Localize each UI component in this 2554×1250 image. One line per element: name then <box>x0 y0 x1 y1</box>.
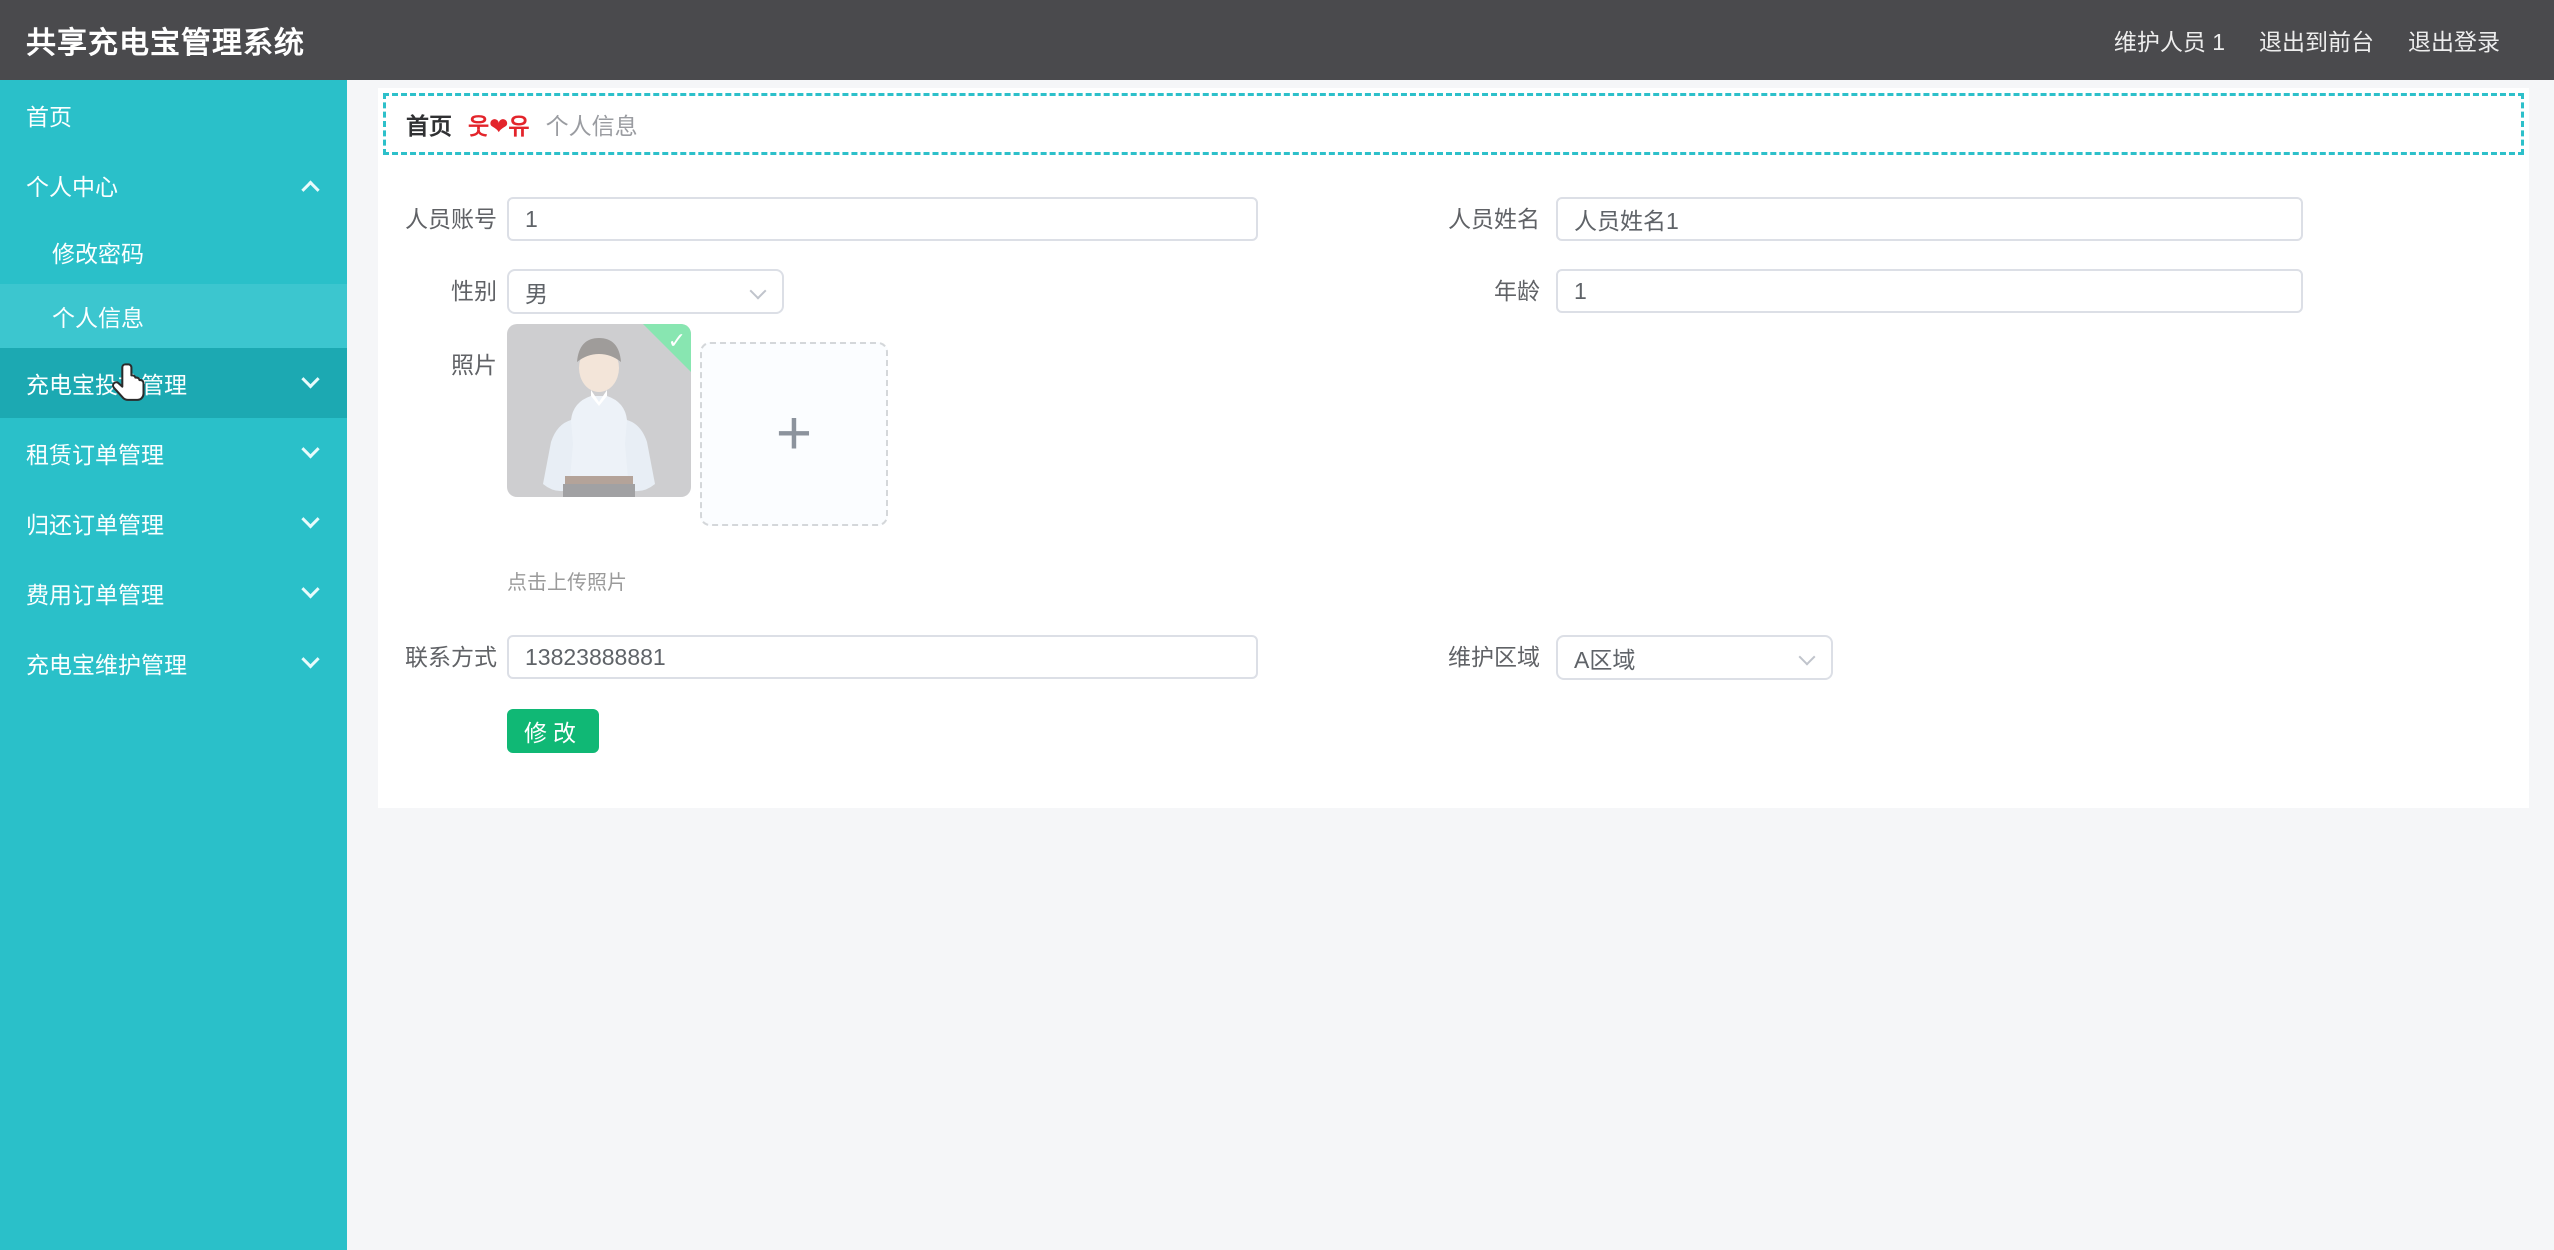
breadcrumb: 首页 웃❤유 个人信息 <box>383 93 2524 155</box>
breadcrumb-home-link[interactable]: 首页 <box>406 107 452 141</box>
account-label: 人员账号 <box>405 206 497 232</box>
sidebar-item-label: 充电宝维护管理 <box>26 652 187 678</box>
upload-hint-text: 点击上传照片 <box>507 572 627 594</box>
account-input[interactable] <box>507 197 1258 241</box>
sidebar-item-home[interactable]: 首页 <box>0 80 347 150</box>
uploaded-photo-thumbnail[interactable]: ✓ <box>507 324 691 497</box>
chevron-down-icon <box>301 439 320 458</box>
sidebar-item-label: 个人中心 <box>26 174 118 200</box>
area-select[interactable]: A区域 <box>1556 635 1833 680</box>
chevron-up-icon <box>301 180 320 199</box>
phone-label: 联系方式 <box>405 644 497 670</box>
age-label: 年龄 <box>1494 278 1540 304</box>
chevron-down-icon <box>301 649 320 668</box>
sidebar-item-label: 租赁订单管理 <box>26 442 164 468</box>
gender-label: 性别 <box>451 278 497 304</box>
header-actions: 维护人员 1 退出到前台 退出登录 <box>2080 23 2554 57</box>
age-input[interactable] <box>1556 269 2303 313</box>
area-select-value: A区域 <box>1574 646 1636 673</box>
sidebar-item-personal-info[interactable]: 个人信息 <box>0 284 347 348</box>
photo-label: 照片 <box>451 352 497 378</box>
area-label: 维护区域 <box>1448 644 1540 670</box>
top-header: 共享充电宝管理系统 维护人员 1 退出到前台 退出登录 <box>0 0 2554 80</box>
exit-to-frontend-link[interactable]: 退出到前台 <box>2259 23 2374 57</box>
modify-button[interactable]: 修改 <box>507 709 599 753</box>
breadcrumb-current: 个人信息 <box>545 113 638 139</box>
chevron-down-icon <box>301 579 320 598</box>
sidebar-item-personal-center[interactable]: 个人中心 <box>0 150 347 220</box>
gender-select-value: 男 <box>525 280 548 307</box>
sidebar-item-fee-orders[interactable]: 费用订单管理 <box>0 558 347 628</box>
content-card: 首页 웃❤유 个人信息 人员账号 人员姓名 性别 男 年龄 照片 ✓ + 点击上 <box>378 88 2529 808</box>
logout-link[interactable]: 退出登录 <box>2408 23 2500 57</box>
current-user-link[interactable]: 维护人员 1 <box>2114 23 2225 57</box>
check-icon: ✓ <box>667 328 686 353</box>
sidebar-item-label: 充电宝投放管理 <box>26 372 187 398</box>
name-label: 人员姓名 <box>1448 206 1540 232</box>
sidebar-item-change-password[interactable]: 修改密码 <box>0 220 347 284</box>
chevron-down-icon <box>301 509 320 528</box>
photo-upload-dropzone[interactable]: + <box>700 342 888 526</box>
sidebar-item-powerbank-deploy[interactable]: 充电宝投放管理 <box>0 348 347 418</box>
sidebar-item-label: 修改密码 <box>52 241 144 267</box>
plus-icon: + <box>775 399 813 468</box>
chevron-down-icon <box>749 282 767 300</box>
name-input[interactable] <box>1556 197 2303 241</box>
chevron-down-icon <box>301 369 320 388</box>
mouse-cursor <box>110 362 150 411</box>
sidebar-item-label: 个人信息 <box>52 305 144 331</box>
gender-select[interactable]: 男 <box>507 269 784 314</box>
app-title: 共享充电宝管理系统 <box>26 27 305 60</box>
sidebar-item-label: 首页 <box>26 104 72 130</box>
sidebar-item-label: 费用订单管理 <box>26 582 164 608</box>
sidebar-item-rental-orders[interactable]: 租赁订单管理 <box>0 418 347 488</box>
sidebar-item-return-orders[interactable]: 归还订单管理 <box>0 488 347 558</box>
sidebar-item-powerbank-maintenance[interactable]: 充电宝维护管理 <box>0 628 347 698</box>
phone-input[interactable] <box>507 635 1258 679</box>
sidebar-item-label: 归还订单管理 <box>26 512 164 538</box>
chevron-down-icon <box>1798 648 1816 666</box>
breadcrumb-separator: 웃❤유 <box>468 113 530 139</box>
sidebar: 首页 个人中心 修改密码 个人信息 充电宝投放管理 租赁订单管理 归还订单管理 … <box>0 80 347 1250</box>
